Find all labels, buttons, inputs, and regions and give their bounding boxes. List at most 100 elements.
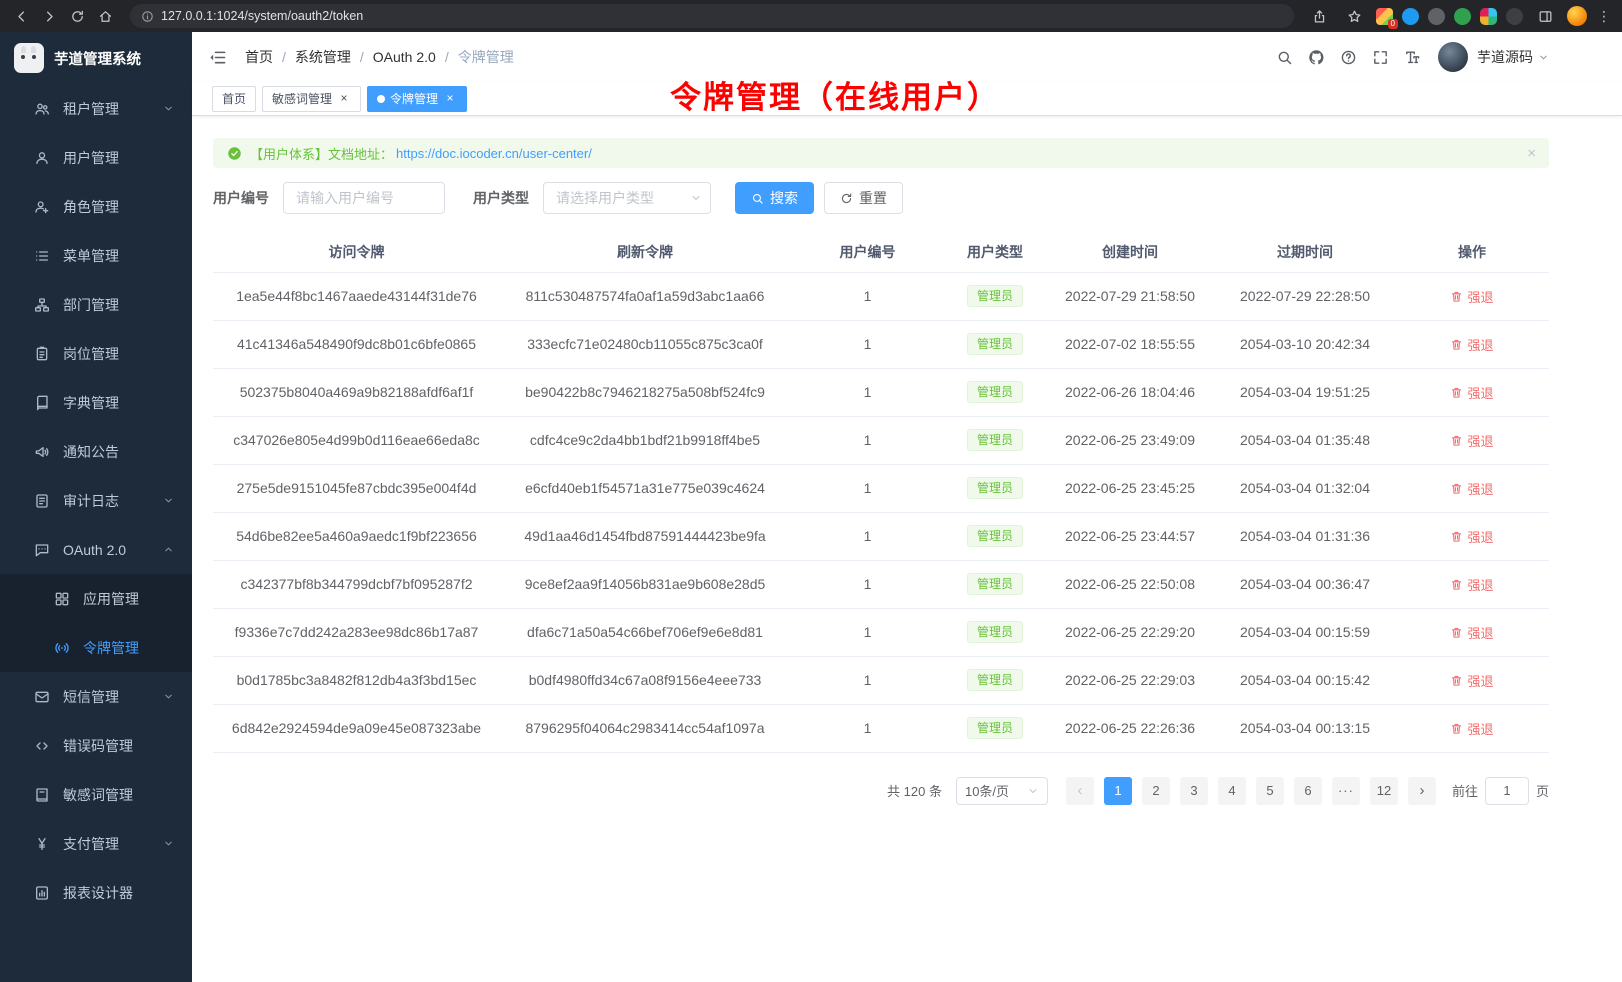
- extension-icon-2[interactable]: [1402, 8, 1419, 25]
- extension-icon-4[interactable]: [1454, 8, 1471, 25]
- prev-page-button[interactable]: ‹: [1066, 777, 1094, 805]
- font-size-icon[interactable]: [1396, 41, 1428, 73]
- sidebar-item-0[interactable]: 租户管理: [0, 84, 192, 133]
- reset-button-label: 重置: [859, 188, 887, 208]
- force-logout-button[interactable]: 强退: [1450, 383, 1493, 402]
- help-icon[interactable]: [1332, 41, 1364, 73]
- sidebar-toggle-icon[interactable]: [208, 48, 227, 67]
- site-info-icon[interactable]: [141, 10, 154, 23]
- force-logout-button[interactable]: 强退: [1450, 671, 1493, 690]
- sidebar-item-16[interactable]: 报表设计器: [0, 868, 192, 917]
- user-type-tag: 管理员: [967, 669, 1023, 691]
- sidebar-item-4[interactable]: 部门管理: [0, 280, 192, 329]
- github-icon[interactable]: [1300, 41, 1332, 73]
- page-size-select[interactable]: 10条/页: [956, 777, 1048, 805]
- page-button-3[interactable]: 3: [1180, 777, 1208, 805]
- sidebar-item-13[interactable]: 错误码管理: [0, 721, 192, 770]
- app-logo-row[interactable]: 芋道管理系统: [0, 32, 192, 84]
- breadcrumb-item-1[interactable]: 系统管理: [295, 47, 351, 67]
- goto-page-input[interactable]: [1485, 777, 1529, 805]
- extension-icon-5[interactable]: [1480, 8, 1497, 25]
- username[interactable]: 芋道源码: [1477, 47, 1533, 67]
- tab-2[interactable]: 令牌管理×: [367, 86, 467, 112]
- breadcrumb-separator: /: [360, 49, 364, 65]
- next-page-button[interactable]: ›: [1408, 777, 1436, 805]
- address-bar[interactable]: 127.0.0.1:1024/system/oauth2/token: [130, 4, 1294, 28]
- pager: ‹123456···12›: [1066, 777, 1436, 805]
- browser-profile-avatar[interactable]: [1567, 6, 1587, 26]
- refresh-token-cell: 811c530487574fa0af1a59d3abc1aa66: [500, 272, 790, 320]
- created-at-cell: 2022-06-26 18:04:46: [1045, 368, 1215, 416]
- sidebar-item-label: 支付管理: [63, 834, 119, 854]
- refresh-token-cell: dfa6c71a50a54c66bef706ef9e6e8d81: [500, 608, 790, 656]
- user-type-tag: 管理员: [967, 525, 1023, 547]
- force-logout-button[interactable]: 强退: [1450, 719, 1493, 738]
- bookmark-star-icon[interactable]: [1341, 3, 1367, 29]
- user-avatar[interactable]: [1438, 42, 1468, 72]
- sidebar-item-10[interactable]: 应用管理: [0, 574, 192, 623]
- page-ellipsis[interactable]: ···: [1332, 777, 1360, 805]
- sidebar-item-1[interactable]: 用户管理: [0, 133, 192, 182]
- browser-reload-button[interactable]: [64, 3, 90, 29]
- doc-link[interactable]: https://doc.iocoder.cn/user-center/: [396, 146, 592, 161]
- sidebar-item-label: 令牌管理: [83, 638, 139, 658]
- page-button-2[interactable]: 2: [1142, 777, 1170, 805]
- sidebar-item-11[interactable]: 令牌管理: [0, 623, 192, 672]
- fullscreen-icon[interactable]: [1364, 41, 1396, 73]
- post-badge-icon: [34, 346, 50, 362]
- user-type-placeholder: 请选择用户类型: [556, 188, 654, 208]
- tab-close-icon[interactable]: ×: [443, 92, 457, 106]
- sidebar-item-3[interactable]: 菜单管理: [0, 231, 192, 280]
- force-logout-button[interactable]: 强退: [1450, 575, 1493, 594]
- sidebar-item-12[interactable]: 短信管理: [0, 672, 192, 721]
- tab-0[interactable]: 首页: [212, 86, 256, 112]
- expires-at-cell: 2054-03-04 01:35:48: [1215, 416, 1395, 464]
- extension-icon-6[interactable]: [1506, 8, 1523, 25]
- trash-icon: [1450, 674, 1463, 687]
- table-row-5: 54d6be82ee5a460a9aedc1f9bf22365649d1aa46…: [213, 512, 1549, 560]
- page-button-5[interactable]: 5: [1256, 777, 1284, 805]
- side-panel-icon[interactable]: [1532, 3, 1558, 29]
- sidebar-item-6[interactable]: 字典管理: [0, 378, 192, 427]
- alert-close-icon[interactable]: ×: [1527, 146, 1536, 161]
- user-id-cell: 1: [790, 368, 945, 416]
- sidebar-item-7[interactable]: 通知公告: [0, 427, 192, 476]
- browser-menu-icon[interactable]: ⋮: [1596, 3, 1612, 29]
- browser-forward-button[interactable]: [36, 3, 62, 29]
- sidebar-item-2[interactable]: 角色管理: [0, 182, 192, 231]
- tab-close-icon[interactable]: ×: [337, 92, 351, 106]
- user-id-input[interactable]: [283, 182, 445, 214]
- page-button-12[interactable]: 12: [1370, 777, 1398, 805]
- search-icon[interactable]: [1268, 41, 1300, 73]
- browser-toolbar: 0 ⋮: [1306, 3, 1614, 29]
- browser-back-button[interactable]: [8, 3, 34, 29]
- tab-1[interactable]: 敏感词管理×: [262, 86, 361, 112]
- browser-home-button[interactable]: [92, 3, 118, 29]
- page-button-6[interactable]: 6: [1294, 777, 1322, 805]
- force-logout-button[interactable]: 强退: [1450, 431, 1493, 450]
- menu-list-icon: [34, 248, 50, 264]
- force-logout-button[interactable]: 强退: [1450, 623, 1493, 642]
- sidebar-item-14[interactable]: 敏感词管理: [0, 770, 192, 819]
- user-type-select[interactable]: 请选择用户类型: [543, 182, 711, 214]
- breadcrumb-item-2[interactable]: OAuth 2.0: [373, 49, 436, 65]
- force-logout-button[interactable]: 强退: [1450, 479, 1493, 498]
- sidebar-item-5[interactable]: 岗位管理: [0, 329, 192, 378]
- column-header-3: 用户类型: [945, 232, 1045, 272]
- force-logout-button[interactable]: 强退: [1450, 527, 1493, 546]
- search-button[interactable]: 搜索: [735, 182, 814, 214]
- sidebar-item-9[interactable]: OAuth 2.0: [0, 525, 192, 574]
- page-button-4[interactable]: 4: [1218, 777, 1246, 805]
- page-button-1[interactable]: 1: [1104, 777, 1132, 805]
- breadcrumb-item-0[interactable]: 首页: [245, 47, 273, 67]
- sidebar-item-15[interactable]: 支付管理: [0, 819, 192, 868]
- sidebar-item-8[interactable]: 审计日志: [0, 476, 192, 525]
- extension-icon-1[interactable]: 0: [1376, 8, 1393, 25]
- force-logout-button[interactable]: 强退: [1450, 287, 1493, 306]
- access-token-cell: c342377bf8b344799dcbf7bf095287f2: [213, 560, 500, 608]
- force-logout-button[interactable]: 强退: [1450, 335, 1493, 354]
- extension-icon-3[interactable]: [1428, 8, 1445, 25]
- reset-button[interactable]: 重置: [824, 182, 903, 214]
- share-icon[interactable]: [1306, 3, 1332, 29]
- table-row-4: 275e5de9151045fe87cbdc395e004f4de6cfd40e…: [213, 464, 1549, 512]
